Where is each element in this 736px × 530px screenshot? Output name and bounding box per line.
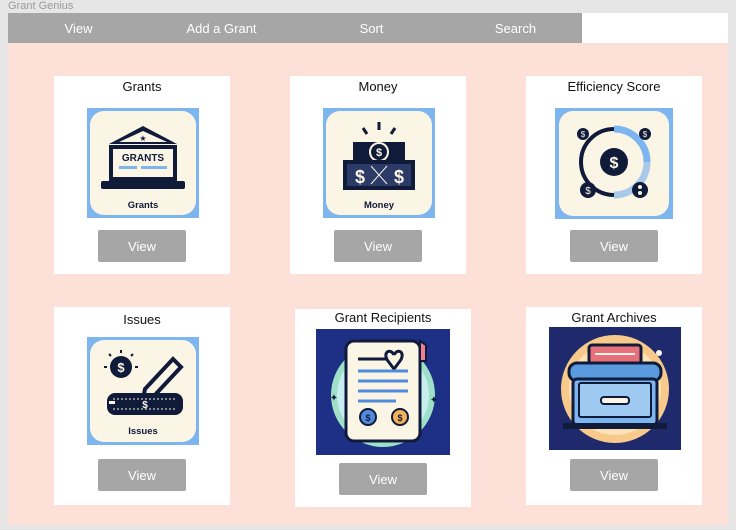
view-efficiency-score-button[interactable]: View xyxy=(570,230,658,262)
card-grants: Grants ★ GRANTS Grants View xyxy=(54,76,230,274)
nav-view[interactable]: View xyxy=(8,13,149,43)
svg-text:$: $ xyxy=(610,155,619,172)
svg-text:$: $ xyxy=(581,130,586,139)
svg-text:$: $ xyxy=(585,186,591,197)
view-grant-recipients-button[interactable]: View xyxy=(339,463,427,495)
svg-text:✦: ✦ xyxy=(330,393,338,404)
view-money-button[interactable]: View xyxy=(334,230,422,262)
top-navbar: View Add a Grant Sort Search xyxy=(8,13,728,43)
svg-text:★: ★ xyxy=(139,134,146,143)
card-issues: Issues $ $ Issues View xyxy=(54,307,230,505)
view-grants-button[interactable]: View xyxy=(98,230,186,262)
svg-text:$: $ xyxy=(355,167,365,187)
view-grant-archives-button[interactable]: View xyxy=(570,459,658,491)
svg-text:✦: ✦ xyxy=(430,395,438,406)
money-image-caption: Money xyxy=(364,200,395,211)
dashboard-grid: Grants ★ GRANTS Grants View Money $ $ $ … xyxy=(8,43,728,525)
svg-text:$: $ xyxy=(365,413,370,423)
nav-search[interactable]: Search xyxy=(449,13,582,43)
view-issues-button[interactable]: View xyxy=(98,459,186,491)
card-title: Grants xyxy=(122,79,162,94)
card-title: Issues xyxy=(123,312,161,327)
card-grant-recipients: Grant Recipients $ $ ✦ ✦ View xyxy=(295,309,471,507)
nav-blank-area xyxy=(582,13,728,43)
issues-pen-card-icon: $ $ Issues xyxy=(87,337,199,445)
grants-building-laptop-icon: ★ GRANTS Grants xyxy=(87,108,199,218)
svg-text:$: $ xyxy=(376,147,382,159)
card-efficiency-score: Efficiency Score $ $ $ $ View xyxy=(526,76,702,274)
app-title: Grant Genius xyxy=(8,0,74,12)
card-title: Money xyxy=(358,79,398,94)
card-grant-archives: Grant Archives View xyxy=(526,307,702,505)
nav-add-grant[interactable]: Add a Grant xyxy=(149,13,294,43)
card-title: Grant Recipients xyxy=(334,310,432,325)
svg-text:$: $ xyxy=(394,167,404,187)
efficiency-gauge-icon: $ $ $ $ xyxy=(555,108,673,219)
archives-filing-cabinet-icon xyxy=(549,327,681,450)
recipients-document-icon: $ $ ✦ ✦ xyxy=(316,329,450,455)
card-title: Efficiency Score xyxy=(567,79,661,94)
svg-text:$: $ xyxy=(643,130,648,139)
issues-image-caption: Issues xyxy=(128,426,158,437)
grants-image-heading: GRANTS xyxy=(122,153,165,164)
card-money: Money $ $ $ Money View xyxy=(290,76,466,274)
svg-text:$: $ xyxy=(142,400,148,411)
money-bills-icon: $ $ $ Money xyxy=(323,108,435,218)
nav-sort[interactable]: Sort xyxy=(294,13,449,43)
svg-text:$: $ xyxy=(117,360,125,375)
card-title: Grant Archives xyxy=(571,310,657,325)
grants-image-caption: Grants xyxy=(128,200,159,211)
svg-text:$: $ xyxy=(397,413,402,423)
